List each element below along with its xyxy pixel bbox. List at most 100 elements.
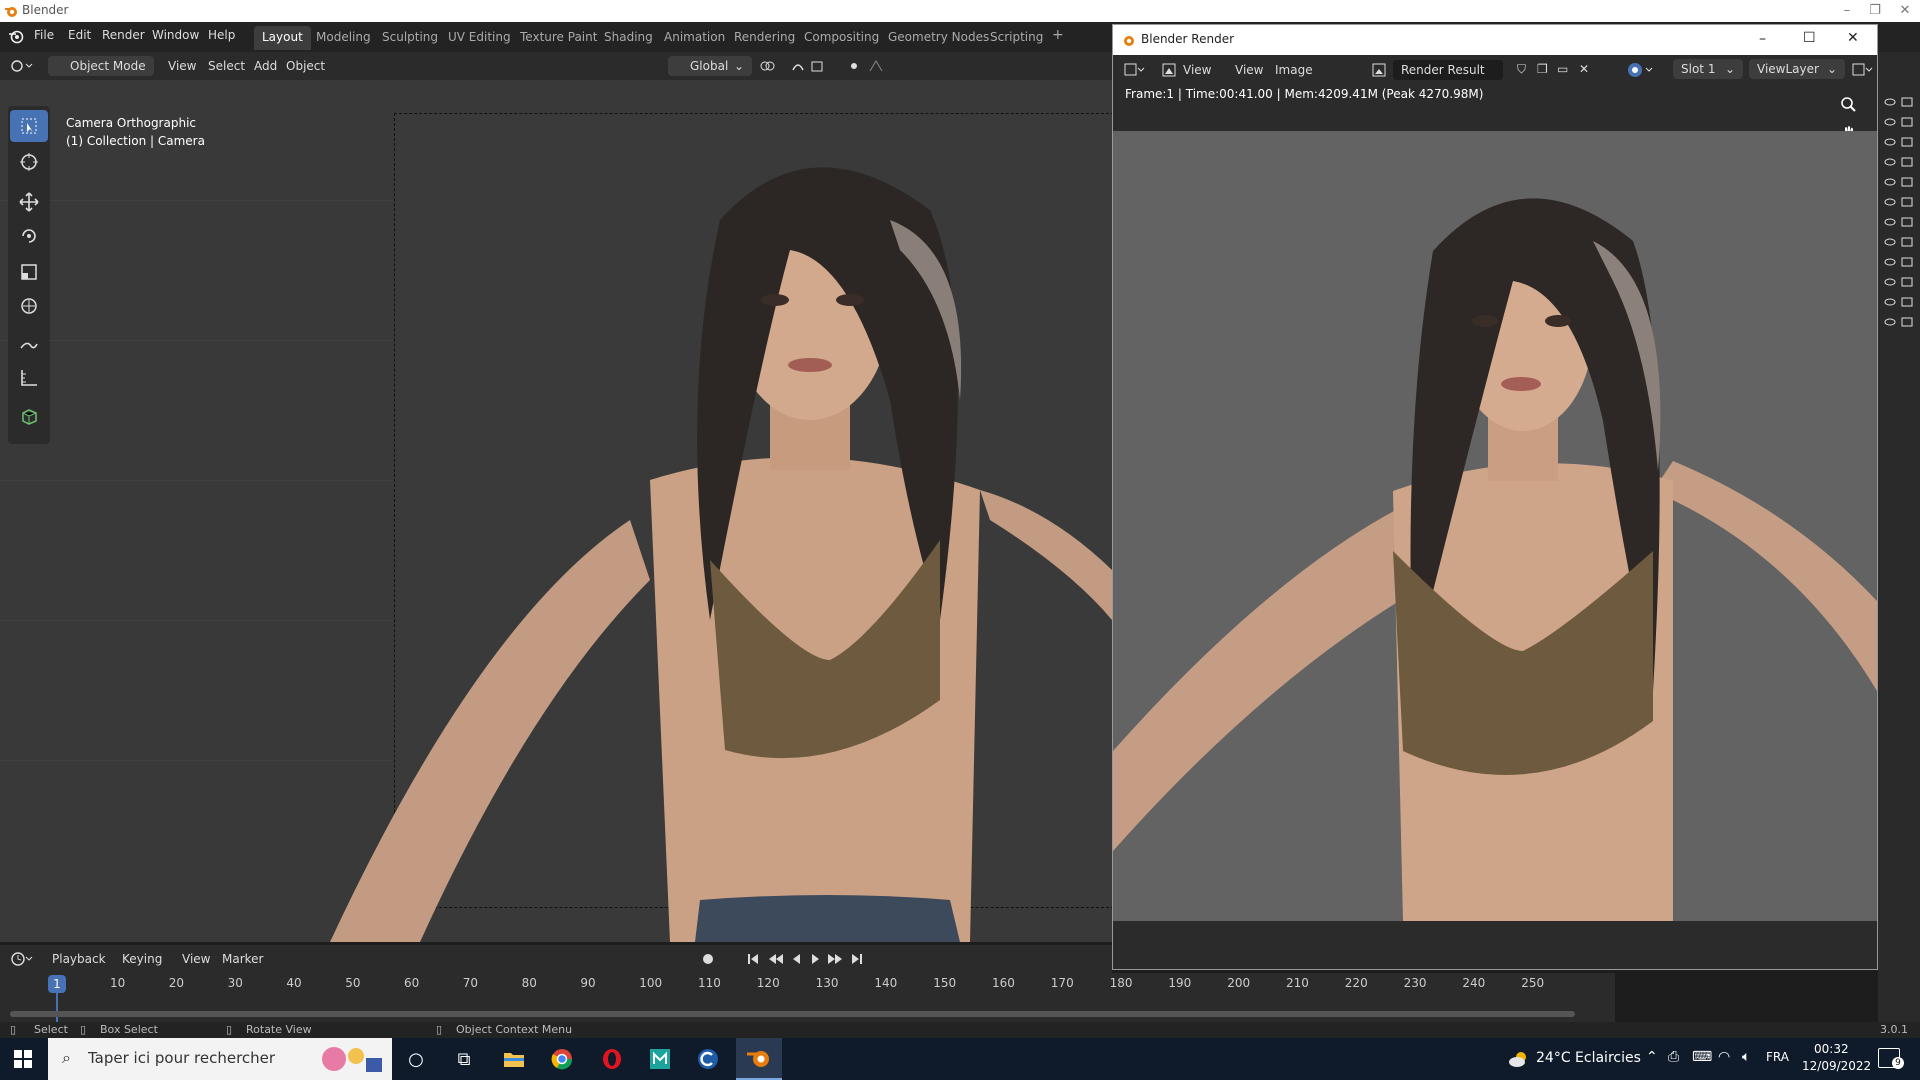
render-menu-view[interactable]: View — [1235, 63, 1263, 77]
keyboard-icon[interactable]: ⌨ — [1692, 1049, 1712, 1065]
add-cube-tool[interactable] — [10, 400, 48, 432]
display-channels-icon[interactable] — [1627, 61, 1655, 79]
tab-scripting[interactable]: Scripting — [982, 26, 1051, 50]
menu-file[interactable]: File — [34, 28, 54, 42]
taskbar-search-box[interactable]: ⌕ Taper ici pour rechercher — [48, 1038, 392, 1080]
menu-playback[interactable]: Playback — [52, 952, 106, 966]
chevron-up-icon[interactable]: ⌃ — [1646, 1049, 1658, 1065]
tab-uv-editing[interactable]: UV Editing — [440, 26, 519, 50]
tab-texture-paint[interactable]: Texture Paint — [512, 26, 605, 50]
pivot-point-icon[interactable] — [758, 58, 784, 74]
weather-text[interactable]: 24°C Eclaircies — [1536, 1050, 1641, 1066]
tab-layout[interactable]: Layout — [254, 26, 311, 50]
menu-select[interactable]: Select — [208, 59, 245, 73]
wifi-icon[interactable]: ◠ — [1718, 1049, 1730, 1065]
timeline-frame-label: 90 — [580, 976, 596, 990]
render-result-canvas[interactable] — [1113, 131, 1877, 921]
menu-object[interactable]: Object — [286, 59, 325, 73]
select-box-tool[interactable] — [10, 110, 48, 142]
menu-view[interactable]: View — [168, 59, 196, 73]
current-frame-indicator[interactable]: 1 — [48, 975, 66, 993]
fake-user-shield-icon[interactable]: ⛉ — [1517, 62, 1526, 77]
app-m-icon[interactable] — [646, 1046, 674, 1072]
playback-controls[interactable] — [746, 951, 866, 967]
weather-cloud-icon[interactable] — [1508, 1050, 1530, 1068]
cursor-tool[interactable] — [10, 146, 48, 178]
view-mode-icon[interactable] — [1161, 62, 1177, 78]
render-menu-image[interactable]: Image — [1275, 63, 1313, 77]
annotate-tool[interactable] — [10, 328, 48, 360]
transform-orientation-dropdown[interactable]: Global ⌄ — [668, 56, 752, 76]
menu-marker[interactable]: Marker — [222, 952, 263, 966]
language-indicator[interactable]: FRA — [1766, 1050, 1789, 1064]
timeline-frames[interactable]: 1 10 20 30 40 50 60 70 80 90 100 110 120 130 140 150 16… — [0, 973, 1615, 1023]
menu-help[interactable]: Help — [208, 28, 235, 42]
timeline-frame-label: 200 — [1227, 976, 1251, 990]
app-c-icon[interactable] — [694, 1046, 722, 1072]
mode-dropdown[interactable]: Object Mode ⌄ — [48, 56, 154, 87]
menu-timeline-view[interactable]: View — [182, 952, 210, 966]
menu-add[interactable]: Add — [254, 59, 277, 73]
menu-render[interactable]: Render — [102, 28, 145, 42]
close-icon[interactable]: ✕ — [1847, 30, 1859, 46]
snap-icon[interactable] — [790, 58, 836, 74]
record-icon[interactable] — [700, 951, 716, 967]
tab-geometry-nodes[interactable]: Geometry Nodes — [880, 26, 997, 50]
proportional-edit-icon[interactable] — [848, 58, 896, 74]
timeline-scrollbar[interactable] — [10, 1011, 1575, 1017]
tab-shading[interactable]: Shading — [596, 26, 661, 50]
add-workspace-button[interactable]: + — [1052, 27, 1064, 43]
playhead[interactable] — [56, 993, 58, 1023]
menu-edit[interactable]: Edit — [68, 28, 91, 42]
transform-tool[interactable] — [10, 290, 48, 322]
tab-animation[interactable]: Animation — [656, 26, 733, 50]
tab-rendering[interactable]: Rendering — [726, 26, 803, 50]
visibility-icons[interactable] — [1878, 52, 1920, 352]
clock-time[interactable]: 00:32 — [1814, 1042, 1849, 1056]
usb-device-icon[interactable]: ⎙ — [1668, 1049, 1679, 1065]
tab-modeling[interactable]: Modeling — [308, 26, 379, 50]
editor-type-icon[interactable] — [1123, 62, 1145, 78]
render-view-dropdown[interactable]: View — [1183, 63, 1211, 77]
minimize-icon[interactable]: – — [1759, 31, 1766, 47]
zoom-icon[interactable] — [1839, 95, 1857, 113]
gizmo-toggle-icon[interactable] — [1851, 62, 1873, 78]
new-image-icon[interactable]: ❐ — [1537, 62, 1548, 76]
editor-type-icon[interactable] — [10, 58, 34, 74]
timeline-frame-label: 50 — [345, 976, 361, 990]
menu-window[interactable]: Window — [152, 28, 199, 42]
volume-icon[interactable]: 🔈︎ — [1742, 1049, 1750, 1065]
task-view-icon[interactable]: ⧉ — [450, 1046, 478, 1072]
clock-date[interactable]: 12/09/2022 — [1802, 1059, 1871, 1073]
orientation-label: Global — [690, 59, 729, 73]
notification-center-icon[interactable]: 9 — [1878, 1048, 1904, 1069]
move-tool[interactable] — [10, 186, 48, 218]
tab-sculpting[interactable]: Sculpting — [374, 26, 446, 50]
tab-compositing[interactable]: Compositing — [796, 26, 887, 50]
opera-icon[interactable] — [598, 1046, 626, 1072]
rotate-tool[interactable] — [10, 220, 48, 252]
image-name-field[interactable]: Render Result — [1393, 60, 1503, 80]
clock-icon[interactable] — [10, 951, 34, 967]
scale-tool[interactable] — [10, 256, 48, 288]
cortana-icon[interactable]: ○ — [402, 1046, 430, 1072]
measure-tool[interactable] — [10, 362, 48, 394]
timeline-header: Playback Keying View Marker — [0, 945, 1112, 973]
maximize-icon[interactable]: ☐ — [1803, 30, 1816, 46]
3d-viewport[interactable]: Camera Orthographic (1) Collection | Cam… — [0, 80, 1112, 942]
chrome-icon[interactable] — [548, 1046, 576, 1072]
open-folder-icon[interactable]: ▭ — [1557, 62, 1568, 76]
close-icon[interactable]: ✕ — [1890, 1, 1920, 21]
image-browse-icon[interactable] — [1371, 62, 1389, 78]
restore-icon[interactable]: ❐ — [1860, 1, 1890, 21]
windows-start-icon[interactable] — [14, 1050, 32, 1068]
slot-dropdown[interactable]: Slot 1 ⌄ — [1673, 59, 1743, 79]
view-layer-dropdown[interactable]: ViewLayer ⌄ — [1749, 59, 1845, 79]
character-model[interactable] — [150, 100, 1112, 942]
blender-taskbar-button[interactable] — [736, 1038, 782, 1080]
blender-menu-icon[interactable] — [8, 28, 24, 44]
unlink-icon[interactable]: ✕ — [1579, 62, 1589, 76]
file-explorer-icon[interactable] — [500, 1046, 528, 1072]
menu-keying[interactable]: Keying — [122, 952, 162, 966]
minimize-icon[interactable]: – — [1832, 1, 1862, 21]
